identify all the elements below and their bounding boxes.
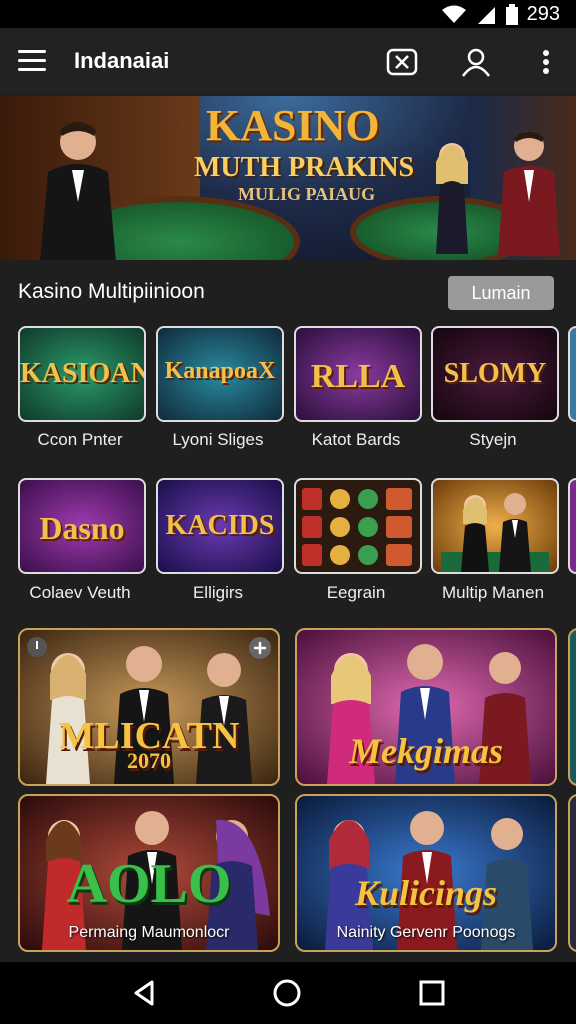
- home-icon[interactable]: [272, 978, 302, 1008]
- slot-reels-icon: [302, 488, 412, 566]
- game-tile-logo: KASIOAN: [20, 358, 146, 389]
- game-tile-1[interactable]: KASIOAN: [18, 326, 146, 422]
- hero-banner[interactable]: KASINO MUTH PRAKINS MULIG PAIAUG: [0, 96, 576, 260]
- game-label: Styejn: [469, 430, 517, 449]
- game-label: Colaev Veuth: [29, 583, 131, 602]
- game-tile-logo: Dasno: [39, 510, 125, 546]
- featured-card-4[interactable]: Kulicings Nainity Gervenr Poonogs: [295, 794, 557, 952]
- close-box-icon[interactable]: [386, 46, 418, 78]
- app-bar: Indanaiai: [0, 28, 576, 94]
- game-tile-partial[interactable]: [568, 326, 576, 422]
- section-title: Kasino Multipiinioon: [18, 280, 205, 303]
- battery-icon: [505, 3, 518, 25]
- menu-icon[interactable]: [18, 50, 46, 72]
- card-logo: Kulicings: [354, 873, 498, 913]
- card-logo: AOLO: [66, 853, 232, 915]
- system-nav-bar: [0, 962, 576, 1024]
- card-logo: Mekgimas: [348, 731, 503, 771]
- game-label: Multip Manen: [441, 583, 545, 602]
- featured-card-1[interactable]: MLICATN 2070: [18, 628, 280, 786]
- game-tile-2[interactable]: KanapoaX: [156, 326, 284, 422]
- add-icon[interactable]: [248, 636, 272, 660]
- game-tile-logo: KACIDS: [165, 510, 275, 541]
- more-vert-icon[interactable]: [530, 46, 562, 78]
- players-illustration: [441, 493, 549, 572]
- game-tile-3[interactable]: RLLA: [294, 326, 422, 422]
- hero-player-woman: [436, 143, 468, 254]
- featured-card-partial[interactable]: [568, 628, 576, 786]
- game-label: Lyoni Sliges: [172, 430, 264, 449]
- game-tile-partial[interactable]: [568, 478, 576, 574]
- game-label: Ccon Pnter: [37, 430, 123, 449]
- game-tile-7[interactable]: [294, 478, 422, 574]
- app-title: Indanaiai: [74, 48, 170, 73]
- hero-player-right: [498, 131, 560, 256]
- card-caption: Permaing Maumonlocr: [68, 924, 230, 941]
- game-tile-logo: KanapoaX: [164, 358, 276, 384]
- game-tile-logo: RLLA: [310, 358, 406, 395]
- game-label: Elligirs: [192, 583, 244, 602]
- game-label: Katot Bards: [311, 430, 401, 449]
- hero-player-left: [40, 122, 116, 260]
- wifi-icon: [441, 5, 466, 23]
- game-tile-4[interactable]: SLOMY: [431, 326, 559, 422]
- status-bar: 293: [0, 0, 576, 28]
- info-icon[interactable]: [26, 636, 48, 658]
- featured-card-3[interactable]: AOLO Permaing Maumonlocr: [18, 794, 280, 952]
- hero-title: KASINO: [206, 101, 380, 150]
- back-icon[interactable]: [130, 978, 158, 1008]
- account-icon[interactable]: [460, 46, 492, 78]
- recents-icon[interactable]: [418, 979, 446, 1007]
- game-tile-6[interactable]: KACIDS: [156, 478, 284, 574]
- featured-card-partial[interactable]: [568, 794, 576, 952]
- card-caption: Nainity Gervenr Poonogs: [336, 924, 516, 941]
- featured-card-2[interactable]: Mekgimas: [295, 628, 557, 786]
- game-label: Eegrain: [326, 583, 386, 602]
- signal-icon: [477, 6, 495, 24]
- game-tile-5[interactable]: Dasno: [18, 478, 146, 574]
- game-tile-8[interactable]: [431, 478, 559, 574]
- card-logo-sub: 2070: [127, 748, 171, 773]
- hero-tagline: MULIG PAIAUG: [238, 184, 376, 204]
- see-all-button[interactable]: Lumain: [448, 276, 554, 310]
- game-tile-logo: SLOMY: [443, 358, 547, 389]
- hero-subtitle: MUTH PRAKINS: [194, 152, 415, 183]
- battery-level: 293: [526, 3, 560, 25]
